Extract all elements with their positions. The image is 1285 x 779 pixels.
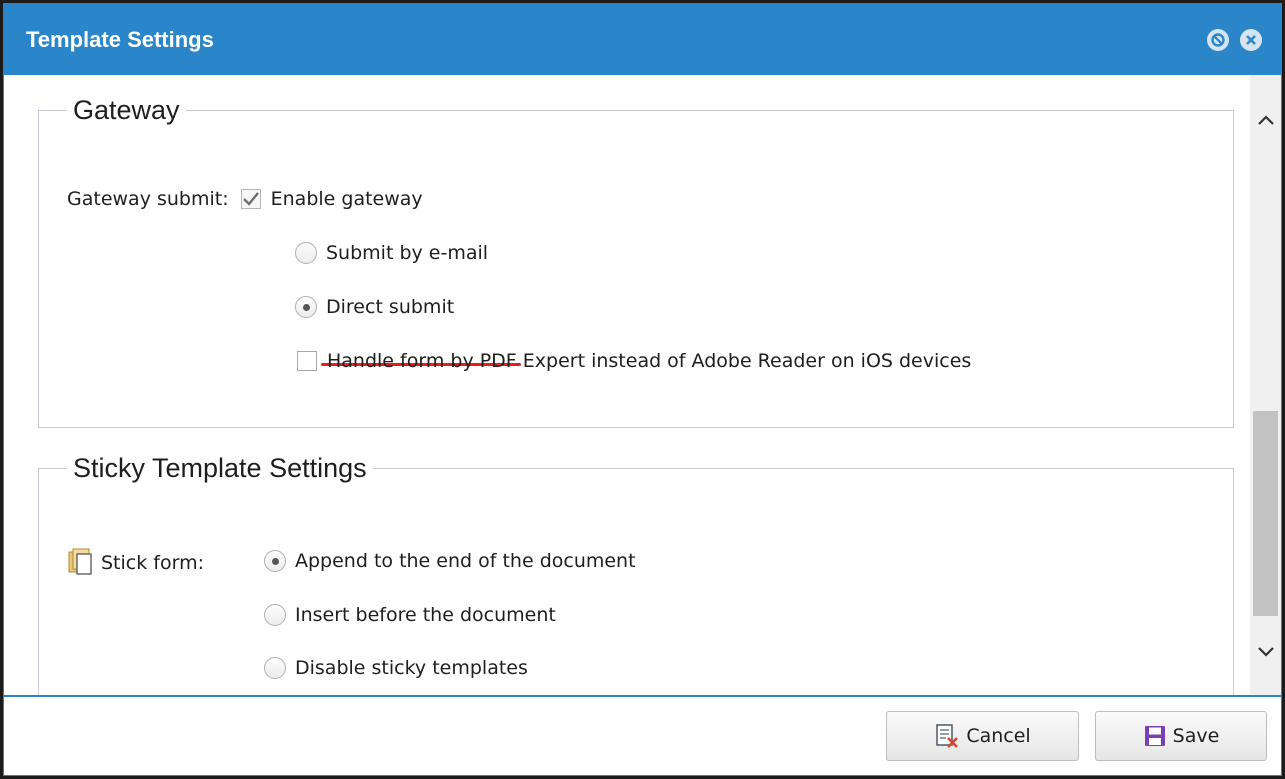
pdf-expert-option[interactable]: Handle form by PDF Expert instead of Ado… — [297, 350, 971, 372]
submit-email-label[interactable]: Submit by e-mail — [326, 242, 488, 264]
dialog-body: Template Settings Gateway Gateway submit… — [3, 3, 1282, 776]
scroll-thumb[interactable] — [1253, 411, 1278, 616]
insert-before-option[interactable]: Insert before the document — [264, 604, 556, 626]
gateway-group: Gateway Gateway submit: Enable gateway S… — [38, 95, 1234, 428]
disable-sticky-option[interactable]: Disable sticky templates — [264, 657, 528, 679]
minimize-button[interactable] — [1207, 29, 1229, 51]
dialog-title: Template Settings — [26, 27, 214, 52]
checkmark-icon — [242, 192, 259, 206]
direct-submit-option[interactable]: Direct submit — [295, 296, 454, 318]
submit-email-option[interactable]: Submit by e-mail — [295, 242, 488, 264]
pdf-expert-checkbox[interactable] — [297, 351, 317, 371]
dialog-footer: Cancel Save — [4, 695, 1281, 775]
cancel-document-icon — [936, 724, 959, 748]
submit-email-radio[interactable] — [295, 242, 317, 264]
insert-before-radio[interactable] — [264, 604, 286, 626]
pdf-expert-label[interactable]: Handle form by PDF Expert instead of Ado… — [327, 350, 971, 372]
close-button[interactable] — [1240, 29, 1262, 51]
enable-gateway-checkbox[interactable] — [240, 189, 261, 209]
append-end-label[interactable]: Append to the end of the document — [295, 550, 636, 572]
disable-sticky-radio[interactable] — [264, 657, 286, 679]
stick-form-label: Stick form: — [101, 552, 204, 574]
save-button[interactable]: Save — [1095, 711, 1267, 761]
scroll-up-button[interactable] — [1250, 103, 1281, 137]
gateway-legend: Gateway — [73, 95, 180, 125]
save-label: Save — [1172, 725, 1220, 747]
enable-gateway-label[interactable]: Enable gateway — [271, 188, 423, 210]
append-end-option[interactable]: Append to the end of the document — [264, 550, 636, 572]
settings-content: Gateway Gateway submit: Enable gateway S… — [4, 75, 1250, 695]
sticky-template-group: Sticky Template Settings Stick form: App… — [38, 453, 1234, 695]
direct-submit-label[interactable]: Direct submit — [326, 296, 454, 318]
chevron-up-icon — [1257, 115, 1274, 125]
title-bar: Template Settings — [4, 4, 1281, 75]
append-end-radio[interactable] — [264, 550, 286, 572]
scroll-down-button[interactable] — [1250, 635, 1281, 669]
gateway-submit-label: Gateway submit: — [67, 188, 229, 210]
gateway-submit-row: Gateway submit: Enable gateway — [67, 188, 423, 210]
cancel-button[interactable]: Cancel — [886, 711, 1079, 761]
cancel-label: Cancel — [966, 725, 1031, 747]
floppy-disk-icon — [1144, 726, 1165, 746]
template-settings-dialog: Template Settings Gateway Gateway submit… — [0, 0, 1285, 779]
chevron-down-icon — [1257, 647, 1274, 657]
close-icon — [1246, 35, 1256, 45]
insert-before-label[interactable]: Insert before the document — [295, 604, 556, 626]
documents-icon — [68, 548, 92, 575]
disable-sticky-label[interactable]: Disable sticky templates — [295, 657, 528, 679]
vertical-scrollbar[interactable] — [1250, 75, 1281, 695]
direct-submit-radio[interactable] — [295, 296, 317, 318]
minimize-icon — [1211, 33, 1225, 47]
stick-form-row: Stick form: — [65, 548, 204, 578]
sticky-legend: Sticky Template Settings — [73, 453, 367, 483]
